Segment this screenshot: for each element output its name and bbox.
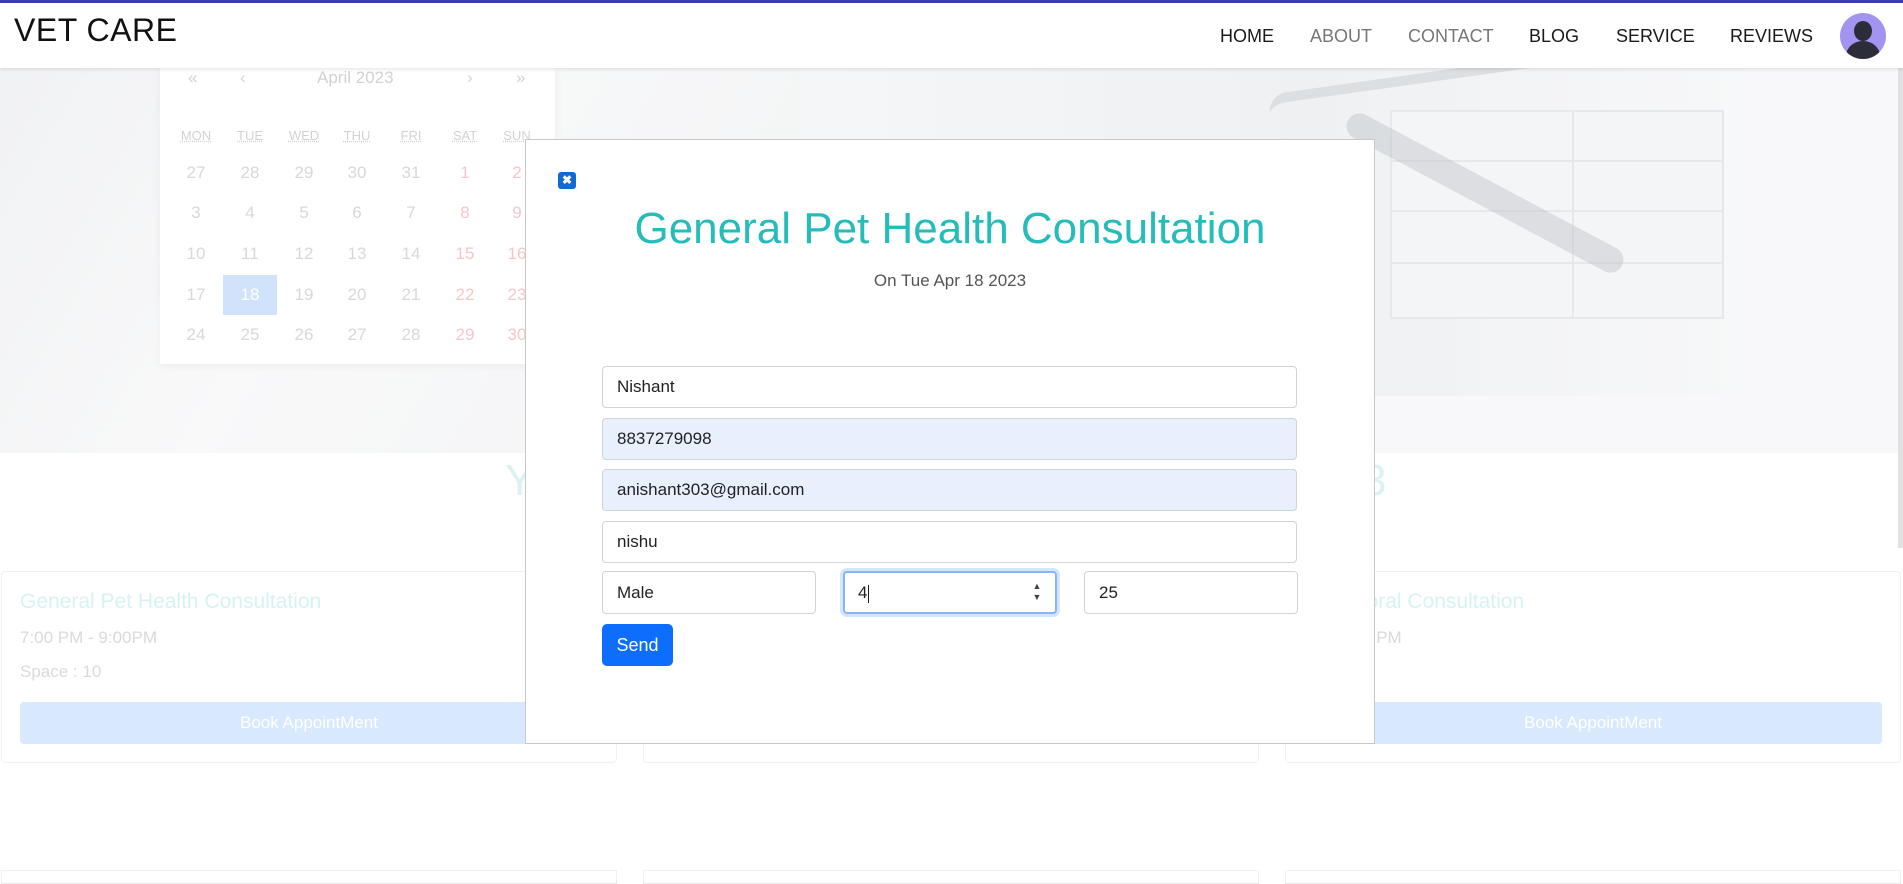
age-value: 4 <box>858 583 868 602</box>
nav-service[interactable]: SERVICE <box>1616 26 1695 47</box>
modal-date: On Tue Apr 18 2023 <box>873 271 1027 290</box>
gender-input[interactable]: Male <box>602 571 816 614</box>
close-icon[interactable]: ✖ <box>558 172 576 189</box>
user-avatar-icon[interactable] <box>1840 13 1886 59</box>
modal-title: General Pet Health Consultation <box>634 204 1266 253</box>
number-spinner-icon[interactable]: ▲ ▼ <box>1031 581 1043 605</box>
brand-logo[interactable]: VET CARE <box>14 12 177 49</box>
email-input[interactable]: anishant303@gmail.com <box>602 469 1297 511</box>
page-scrollbar[interactable] <box>1898 68 1903 548</box>
top-navbar: VET CARE HOME ABOUT CONTACT BLOG SERVICE… <box>0 3 1903 68</box>
owner-name-input[interactable]: Nishant <box>602 366 1297 408</box>
phone-input[interactable]: 8837279098 <box>602 418 1297 460</box>
pet-name-input[interactable]: nishu <box>602 521 1297 563</box>
appointment-modal: ✖ General Pet Health Consultation On Tue… <box>525 139 1375 744</box>
nav-reviews[interactable]: REVIEWS <box>1730 26 1813 47</box>
age-input[interactable]: 4 ▲ ▼ <box>843 571 1057 614</box>
send-button[interactable]: Send <box>602 624 673 666</box>
weight-input[interactable]: 25 <box>1084 571 1298 614</box>
nav-home[interactable]: HOME <box>1220 26 1274 47</box>
nav-about[interactable]: ABOUT <box>1310 26 1372 47</box>
text-caret <box>868 584 870 603</box>
nav-contact[interactable]: CONTACT <box>1408 26 1494 47</box>
nav-blog[interactable]: BLOG <box>1529 26 1579 47</box>
